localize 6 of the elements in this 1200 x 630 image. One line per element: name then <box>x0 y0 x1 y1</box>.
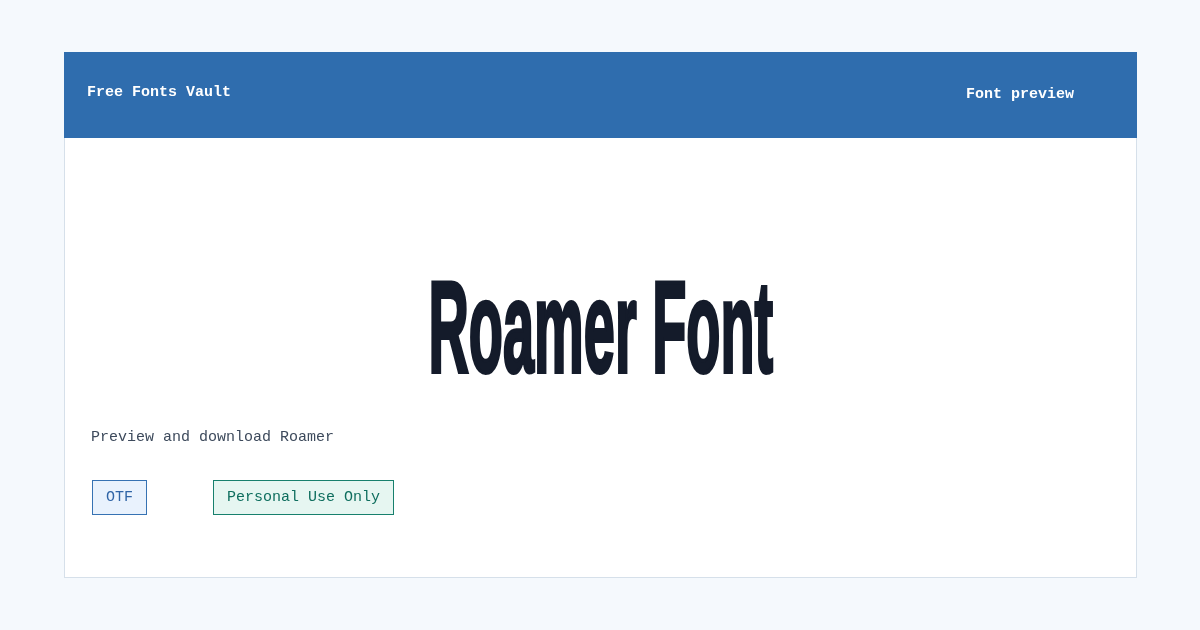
nav-link[interactable]: Font preview <box>965 85 1074 105</box>
format-tag: OTF <box>92 480 147 515</box>
font-preview-title: Roamer Font <box>428 262 773 392</box>
preview-subtitle: Preview and download Roamer <box>91 428 335 448</box>
site-name: Free Fonts Vault <box>87 83 232 103</box>
license-tag: Personal Use Only <box>213 480 395 515</box>
